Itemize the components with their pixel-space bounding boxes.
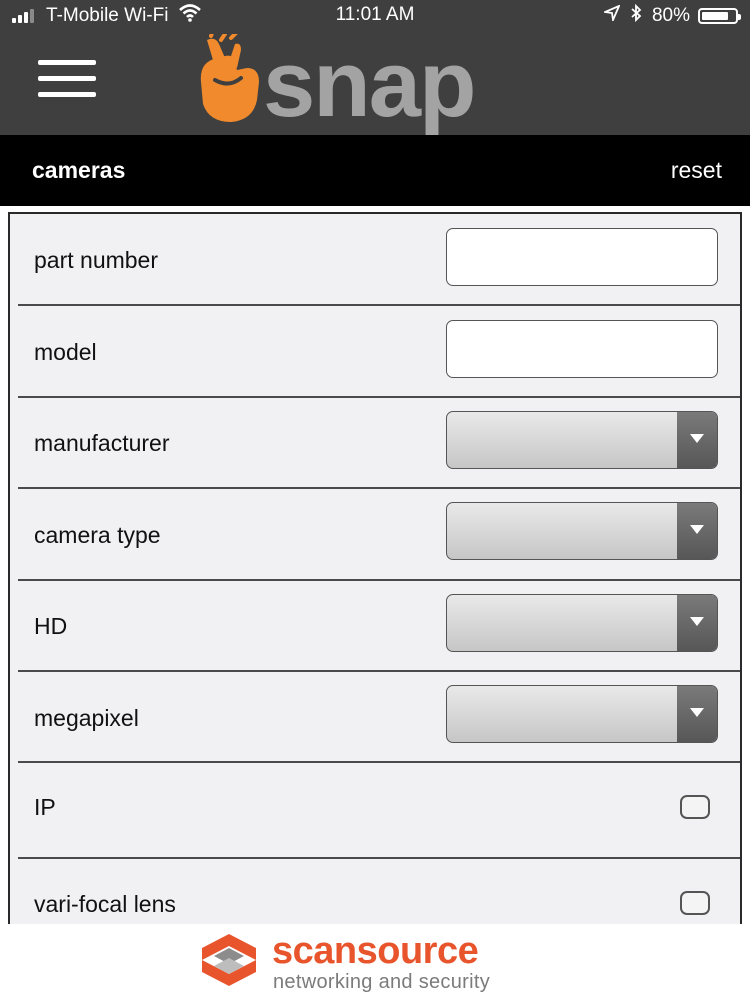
dropdown-arrow-icon — [677, 412, 717, 468]
snap-logo: snap — [195, 31, 565, 136]
brand-source: source — [356, 930, 479, 972]
manufacturer-label: manufacturer — [34, 430, 170, 456]
hd-select[interactable] — [446, 594, 718, 652]
category-title: cameras — [32, 157, 126, 183]
footer: scansource networking and security — [0, 924, 750, 1000]
app-header: snap — [0, 31, 750, 136]
hd-label: HD — [34, 613, 68, 639]
snapping-hand-icon — [200, 34, 259, 122]
megapixel-select[interactable] — [446, 685, 718, 743]
status-bar: T-Mobile Wi-Fi 11:01 AM 80% — [0, 0, 750, 32]
battery-fill — [702, 11, 728, 20]
dropdown-arrow-icon — [677, 686, 717, 742]
vari-focal-lens-label: vari-focal lens — [34, 891, 176, 917]
dropdown-arrow-icon — [677, 595, 717, 651]
form-row-hd: HD — [18, 581, 740, 672]
status-bar-right: 80% — [601, 3, 741, 27]
form-row-vari-focal-lens: vari-focal lens — [18, 859, 740, 924]
manufacturer-select[interactable] — [446, 411, 718, 469]
camera-type-select[interactable] — [446, 502, 718, 560]
location-icon — [601, 4, 621, 26]
form-row-part-number: part number — [18, 214, 740, 306]
brand-tagline: networking and security — [273, 971, 491, 993]
ip-label: IP — [34, 794, 56, 820]
reset-button[interactable]: reset — [671, 157, 722, 184]
part-number-label: part number — [34, 247, 159, 273]
form-row-model: model — [18, 306, 740, 398]
scansource-logo-icon — [202, 934, 256, 986]
camera-type-label: camera type — [34, 522, 161, 548]
model-input[interactable] — [446, 320, 718, 378]
form-row-megapixel: megapixel — [18, 672, 740, 763]
battery-percent: 80% — [651, 4, 690, 26]
model-label: model — [34, 339, 97, 365]
snap-wordmark: snap — [263, 31, 476, 136]
vari-focal-lens-checkbox[interactable] — [680, 891, 710, 915]
form-row-ip: IP — [18, 763, 740, 859]
megapixel-label: megapixel — [34, 705, 139, 731]
battery-icon — [698, 7, 741, 24]
part-number-input[interactable] — [446, 228, 718, 286]
brand-scan: scan — [272, 930, 357, 972]
ip-checkbox[interactable] — [680, 795, 710, 819]
scansource-wordmark: scansource — [272, 930, 479, 973]
category-toolbar: cameras reset — [0, 135, 750, 206]
bluetooth-icon — [630, 3, 642, 27]
form-row-manufacturer: manufacturer — [18, 398, 740, 489]
form-row-camera-type: camera type — [18, 489, 740, 581]
hamburger-menu-icon[interactable] — [38, 60, 96, 98]
dropdown-arrow-icon — [677, 503, 717, 559]
filter-form: part number model manufacturer camera ty… — [8, 212, 742, 924]
